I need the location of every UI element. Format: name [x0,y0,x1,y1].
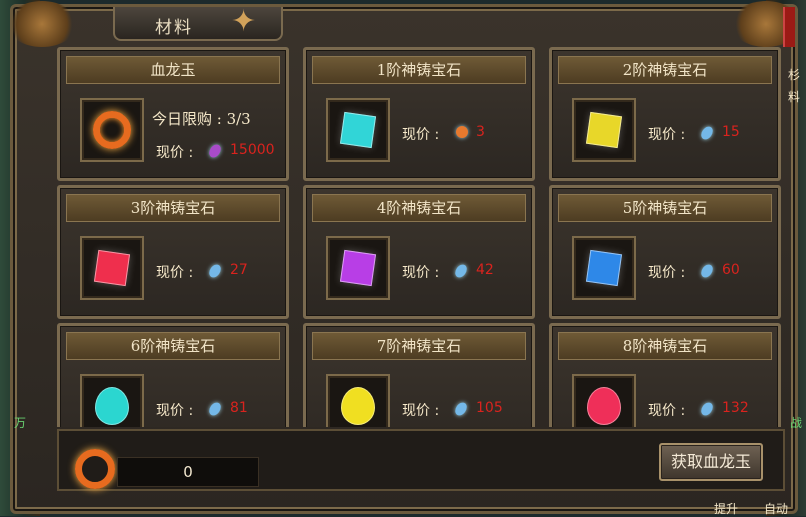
shop-card: 3阶神铸宝石 现价 : 27 [57,185,289,319]
item-slot[interactable] [326,374,390,427]
shop-card-title: 血龙玉 [66,56,280,84]
price-value: 15 [722,124,740,140]
get-blood-dragon-jade-button[interactable]: 获取血龙玉 [659,443,763,481]
item-slot[interactable] [80,98,144,162]
price-label: 现价 : [156,145,194,161]
right-side-label: 杉 [787,68,800,82]
blue-crystal-icon [698,262,716,280]
shop-card: 8阶神铸宝石 现价 : 132 [549,323,781,427]
purchase-limit: 今日限购 : 3/3 [152,110,251,128]
red-egg-gem-icon [587,387,621,425]
shop-card: 7阶神铸宝石 现价 : 105 [303,323,535,427]
left-side-label: 万 [14,416,27,430]
blood-dragon-jade-icon [75,449,115,489]
item-slot[interactable] [572,98,636,162]
item-slot[interactable] [80,236,144,300]
yellow-egg-gem-icon [341,387,375,425]
shop-card: 5阶神铸宝石 现价 : 60 [549,185,781,319]
blue-crystal-icon [206,400,224,418]
price-label: 现价 : [156,403,194,419]
red-gem-icon [93,249,131,287]
shop-card: 2阶神铸宝石 现价 : 15 [549,47,781,181]
close-button[interactable] [783,7,795,47]
item-slot[interactable] [80,374,144,427]
price-label: 现价 : [648,403,686,419]
price-label: 现价 : [402,127,440,143]
shop-card-title: 3阶神铸宝石 [66,194,280,222]
bottom-label: 自动 [764,502,789,516]
window-title: 材料 [155,18,193,38]
shop-card: 6阶神铸宝石 现价 : 81 [57,323,289,427]
window-title-tab [113,7,283,41]
shop-card-title: 4阶神铸宝石 [312,194,526,222]
price-label: 现价 : [402,403,440,419]
blue-crystal-icon [206,262,224,280]
item-slot[interactable] [326,236,390,300]
blood-dragon-jade-icon [93,111,131,149]
price-label: 现价 : [156,265,194,281]
price-value: 132 [722,400,749,416]
blue-crystal-icon [698,124,716,142]
blue-crystal-icon [452,400,470,418]
shop-card: 1阶神铸宝石 现价 : 3 [303,47,535,181]
right-side-label: 战 [789,416,802,430]
price-value: 27 [230,262,248,278]
shop-item-grid: 血龙玉 今日限购 : 3/3 现价 : 15000 1阶神铸宝石 现价 : 3 … [57,47,783,427]
price-label: 现价 : [648,127,686,143]
shop-card-title: 6阶神铸宝石 [66,332,280,360]
dragon-ornament-icon [7,1,77,47]
blood-dragon-jade-icon [453,123,471,141]
footer-bar: 0 获取血龙玉 [57,429,785,491]
shop-card-title: 5阶神铸宝石 [558,194,772,222]
price-label: 现价 : [402,265,440,281]
price-value: 3 [476,124,485,140]
shop-card-title: 1阶神铸宝石 [312,56,526,84]
shop-card: 4阶神铸宝石 现价 : 42 [303,185,535,319]
item-slot[interactable] [572,374,636,427]
shop-card: 血龙玉 今日限购 : 3/3 现价 : 15000 [57,47,289,181]
item-slot[interactable] [326,98,390,162]
owned-count: 0 [117,457,259,487]
price-value: 105 [476,400,503,416]
price-value: 42 [476,262,494,278]
cyan-egg-gem-icon [95,387,129,425]
shop-card-title: 8阶神铸宝石 [558,332,772,360]
purple-gem-icon [339,249,377,287]
blue-crystal-icon [452,262,470,280]
price-label: 现价 : [648,265,686,281]
swirl-ornament-icon: ✦ [231,4,257,39]
shop-card-title: 7阶神铸宝石 [312,332,526,360]
material-shop-window: 材料 ✦ 血龙玉 今日限购 : 3/3 现价 : 15000 1阶神铸宝石 现价… [7,1,801,514]
item-slot[interactable] [572,236,636,300]
shop-card-title: 2阶神铸宝石 [558,56,772,84]
purple-orb-icon [206,142,224,160]
price-value: 15000 [230,142,275,158]
price-value: 81 [230,400,248,416]
yellow-gem-icon [585,111,623,149]
bottom-label: 提升 [714,502,739,516]
blue-crystal-icon [698,400,716,418]
right-side-label: 料 [787,90,800,104]
blue-gem-icon [585,249,623,287]
cyan-gem-icon [339,111,377,149]
price-value: 60 [722,262,740,278]
